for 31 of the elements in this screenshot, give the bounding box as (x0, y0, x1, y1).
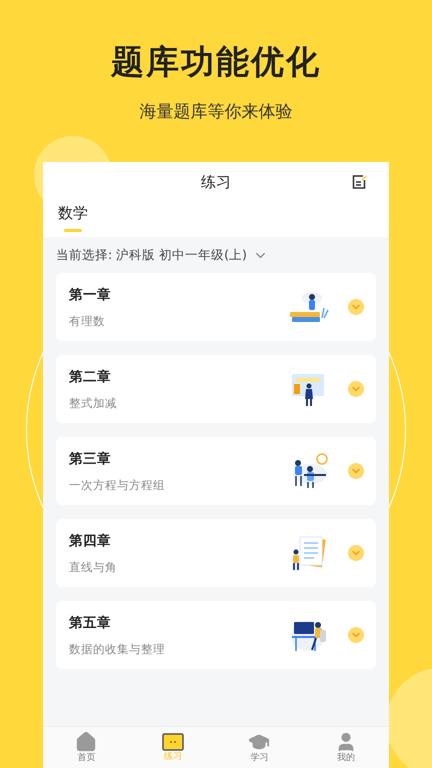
chapter-topic: 整式加减 (69, 396, 118, 410)
screen-title: 练习 (201, 172, 231, 193)
expand-button[interactable] (348, 627, 364, 643)
chapter-card[interactable]: 第五章 数据的收集与整理 (56, 601, 376, 669)
expand-button[interactable] (348, 545, 364, 561)
home-icon (75, 731, 98, 753)
nav-tab[interactable]: 首页 (43, 727, 130, 768)
nav-tab[interactable]: 我的 (302, 727, 389, 768)
chapter-card[interactable]: 第一章 有理数 (56, 273, 376, 341)
chapter-title: 第二章 (69, 368, 112, 386)
expand-button[interactable] (348, 381, 364, 397)
headline: 题库功能优化 (111, 41, 321, 83)
chapter-card[interactable]: 第四章 直线与角 (56, 519, 376, 587)
subject-tab[interactable]: 数学 (58, 202, 88, 237)
chapter-title: 第三章 (69, 450, 112, 468)
chapter-topic: 一次方程与方程组 (69, 478, 166, 492)
chapter-card[interactable]: 第二章 整式加减 (56, 355, 376, 423)
chapter-title: 第四章 (69, 532, 112, 550)
chapter-title: 第五章 (69, 614, 112, 632)
screen-face-icon (162, 732, 184, 752)
edit-icon[interactable] (351, 174, 367, 190)
expand-button[interactable] (348, 299, 364, 315)
chapter-topic: 数据的收集与整理 (69, 642, 166, 656)
chapter-topic: 有理数 (69, 314, 106, 328)
chapter-title: 第一章 (69, 286, 112, 304)
subtitle: 海量题库等你来体验 (140, 101, 292, 124)
chapter-card[interactable]: 第三章 一次方程与方程组 (56, 437, 376, 505)
chapter-topic: 直线与角 (69, 560, 118, 574)
selection-dropdown[interactable]: 当前选择: 沪科版 初中一年级(上) (43, 237, 389, 273)
nav-tab[interactable]: 学习 (216, 727, 302, 768)
expand-button[interactable] (348, 463, 364, 479)
